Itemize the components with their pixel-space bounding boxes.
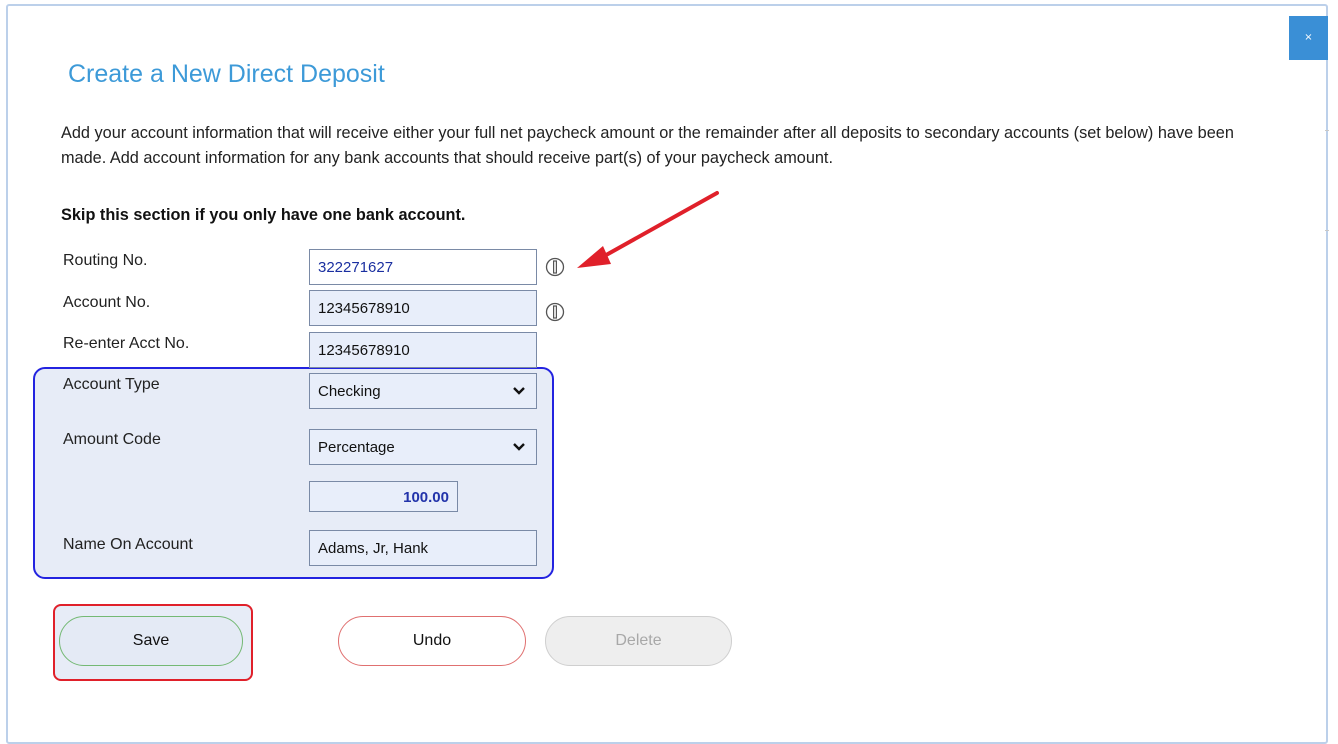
- dialog-title: Create a New Direct Deposit: [68, 60, 385, 88]
- account-label: Account No.: [63, 294, 151, 311]
- account-type-label: Account Type: [63, 376, 160, 393]
- amount-code-label: Amount Code: [63, 431, 161, 448]
- name-on-account-label: Name On Account: [63, 536, 193, 553]
- dialog-description: Add your account information that will r…: [61, 124, 1234, 167]
- account-type-select[interactable]: Checking: [309, 373, 537, 409]
- name-on-account-input[interactable]: Adams, Jr, Hank: [309, 530, 537, 566]
- save-button[interactable]: Save: [59, 616, 243, 666]
- edge-tick: [1325, 130, 1329, 131]
- delete-button[interactable]: Delete: [545, 616, 732, 666]
- annotation-arrow-icon: [577, 191, 719, 268]
- chevron-down-icon: [513, 387, 525, 395]
- amount-input[interactable]: 100.00: [309, 481, 458, 512]
- account-input[interactable]: 12345678910: [309, 290, 537, 326]
- undo-button[interactable]: Undo: [338, 616, 526, 666]
- routing-input[interactable]: 322271627: [309, 249, 537, 285]
- reenter-input[interactable]: 12345678910: [309, 332, 537, 368]
- amount-code-value: Percentage: [318, 439, 395, 456]
- close-button[interactable]: ×: [1289, 16, 1328, 60]
- skip-note: Skip this section if you only have one b…: [61, 206, 466, 224]
- routing-label: Routing No.: [63, 252, 148, 269]
- info-circle-icon[interactable]: [545, 257, 565, 277]
- chevron-down-icon: [513, 443, 525, 451]
- account-type-value: Checking: [318, 383, 381, 400]
- info-circle-icon[interactable]: [545, 302, 565, 322]
- reenter-label: Re-enter Acct No.: [63, 335, 190, 352]
- edge-tick: [1325, 230, 1329, 231]
- amount-code-select[interactable]: Percentage: [309, 429, 537, 465]
